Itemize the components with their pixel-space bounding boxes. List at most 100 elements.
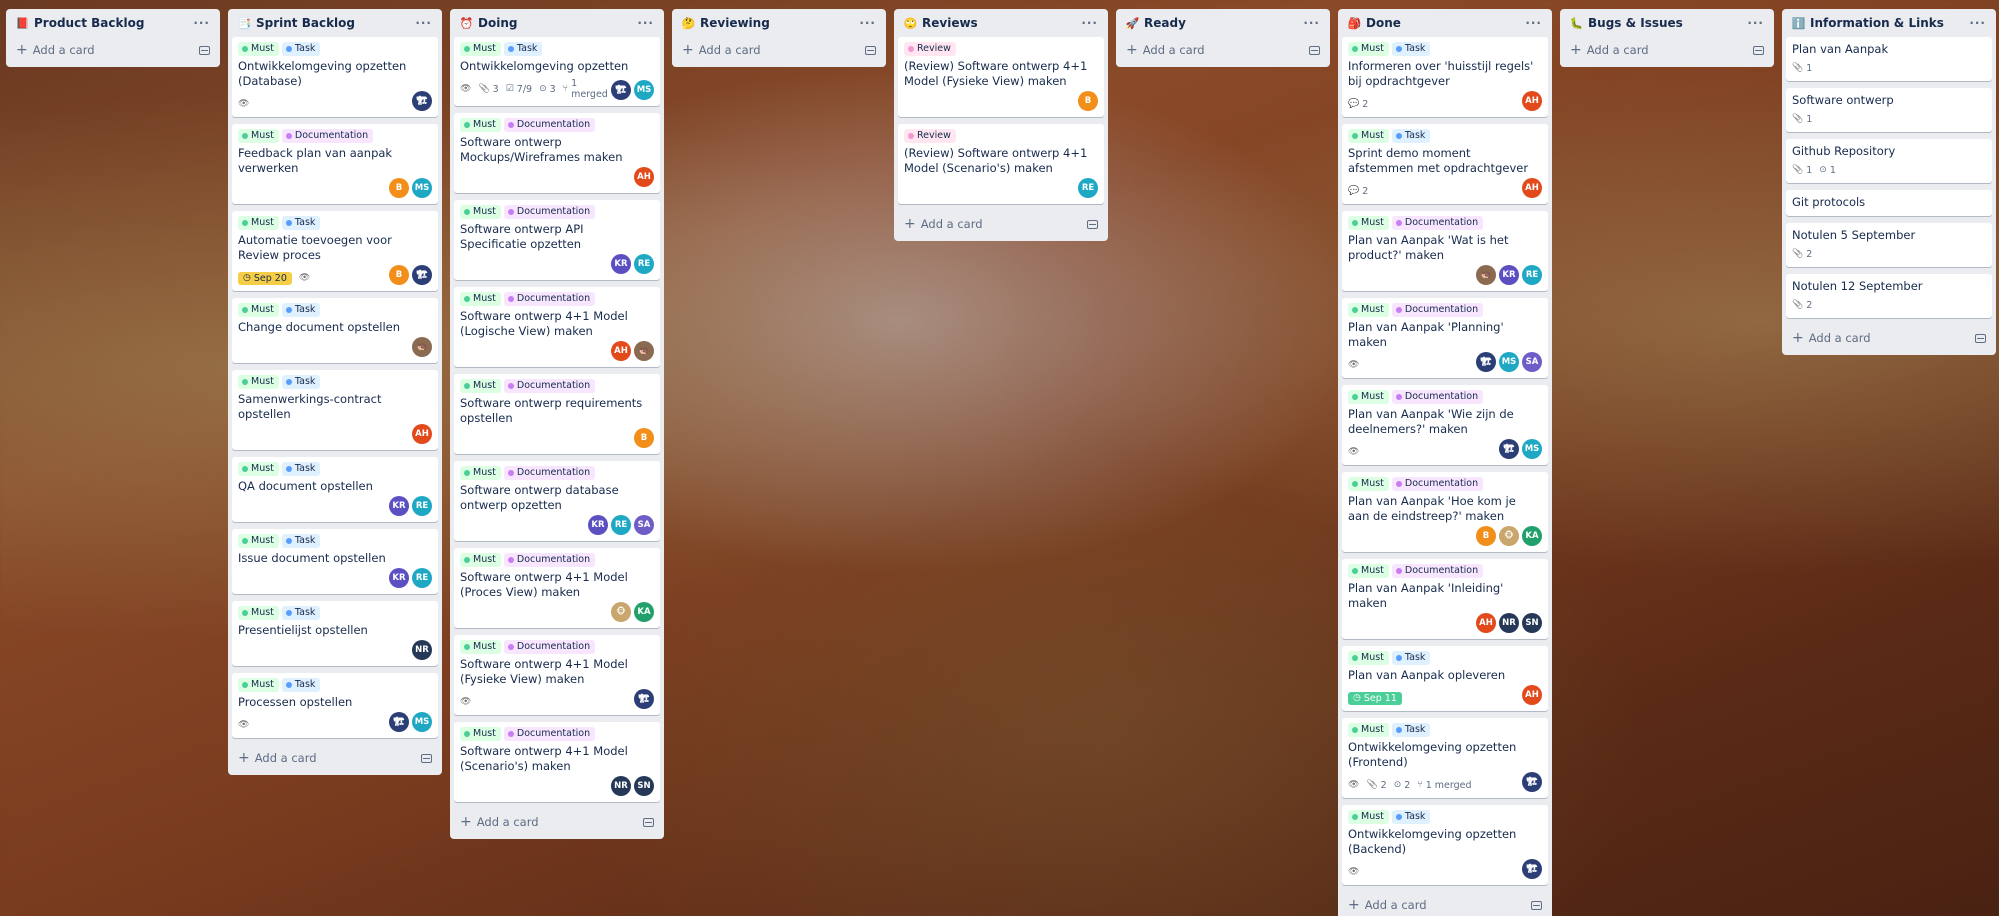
label-must[interactable]: Must bbox=[460, 466, 501, 480]
create-from-template-icon[interactable] bbox=[643, 817, 654, 827]
label-must[interactable]: Must bbox=[1348, 303, 1389, 317]
card[interactable]: Must Task Ontwikkelomgeving opzetten 👁 📎 3 ☑ 7/… bbox=[454, 37, 660, 106]
avatar[interactable]: RE bbox=[611, 515, 631, 535]
card[interactable]: Must Task Ontwikkelomgeving opzetten (Back… bbox=[1342, 805, 1548, 885]
list-title[interactable]: Sprint Backlog bbox=[256, 16, 415, 30]
due-date-badge[interactable]: ◷ Sep 20 bbox=[238, 271, 292, 285]
avatar[interactable]: RE bbox=[412, 568, 432, 588]
more-options-icon[interactable]: ··· bbox=[1303, 16, 1320, 30]
avatar[interactable]: KA bbox=[1522, 526, 1542, 546]
more-options-icon[interactable]: ··· bbox=[193, 16, 210, 30]
list-title[interactable]: Done bbox=[1366, 16, 1525, 30]
label-must[interactable]: Must bbox=[238, 42, 279, 56]
label-task[interactable]: Task bbox=[281, 303, 321, 317]
card[interactable]: Must Documentation Feedback plan van aanpa… bbox=[232, 124, 438, 204]
label-must[interactable]: Must bbox=[1348, 42, 1389, 56]
list-title[interactable]: Bugs & Issues bbox=[1588, 16, 1747, 30]
avatar[interactable]: NR bbox=[1499, 613, 1519, 633]
label-documentation[interactable]: Documentation bbox=[1391, 390, 1484, 404]
avatar[interactable]: MS bbox=[1522, 439, 1542, 459]
label-must[interactable]: Must bbox=[1348, 723, 1389, 737]
label-must[interactable]: Must bbox=[460, 42, 501, 56]
label-documentation[interactable]: Documentation bbox=[1391, 477, 1484, 491]
label-must[interactable]: Must bbox=[460, 640, 501, 654]
label-review[interactable]: Review bbox=[904, 129, 956, 143]
card[interactable]: Must Task Sprint demo moment afstemmen met… bbox=[1342, 124, 1548, 204]
label-review[interactable]: Review bbox=[904, 42, 956, 56]
card[interactable]: Must Documentation Plan van Aanpak 'Planni… bbox=[1342, 298, 1548, 378]
add-card-button[interactable]: + Add a card bbox=[1342, 892, 1548, 916]
label-must[interactable]: Must bbox=[238, 462, 279, 476]
card[interactable]: Must Task Ontwikkelomgeving opzetten (Fron… bbox=[1342, 718, 1548, 798]
avatar[interactable]: 🏗 bbox=[1476, 352, 1496, 372]
label-task[interactable]: Task bbox=[1391, 810, 1431, 824]
label-must[interactable]: Must bbox=[460, 553, 501, 567]
card[interactable]: Must Documentation Software ontwerp requir… bbox=[454, 374, 660, 454]
create-from-template-icon[interactable] bbox=[1753, 45, 1764, 55]
card[interactable]: Must Task Samenwerkings-contract opstellen… bbox=[232, 370, 438, 450]
avatar[interactable]: KR bbox=[389, 496, 409, 516]
avatar[interactable]: 🦔 bbox=[412, 337, 432, 357]
avatar[interactable]: 🐵 bbox=[1499, 526, 1519, 546]
label-documentation[interactable]: Documentation bbox=[1391, 216, 1484, 230]
label-documentation[interactable]: Documentation bbox=[503, 727, 596, 741]
list-header[interactable]: ℹ️ Information & Links ··· bbox=[1786, 9, 1992, 37]
label-task[interactable]: Task bbox=[281, 606, 321, 620]
label-must[interactable]: Must bbox=[460, 118, 501, 132]
create-from-template-icon[interactable] bbox=[1975, 333, 1986, 343]
avatar[interactable]: SN bbox=[634, 776, 654, 796]
avatar[interactable]: NR bbox=[412, 640, 432, 660]
avatar[interactable]: B bbox=[389, 178, 409, 198]
avatar[interactable]: B bbox=[1476, 526, 1496, 546]
label-documentation[interactable]: Documentation bbox=[503, 292, 596, 306]
avatar[interactable]: KR bbox=[588, 515, 608, 535]
list-title[interactable]: Doing bbox=[478, 16, 637, 30]
card[interactable]: Github Repository 📎 1 ⊙ 1 bbox=[1786, 139, 1992, 183]
card[interactable]: Must Documentation Software ontwerp 4+1 Mo… bbox=[454, 635, 660, 715]
avatar[interactable]: SN bbox=[1522, 613, 1542, 633]
card[interactable]: Notulen 12 September 📎 2 bbox=[1786, 274, 1992, 318]
label-documentation[interactable]: Documentation bbox=[1391, 303, 1484, 317]
avatar[interactable]: KR bbox=[389, 568, 409, 588]
avatar[interactable]: MS bbox=[634, 80, 654, 100]
list-title[interactable]: Information & Links bbox=[1810, 16, 1969, 30]
avatar[interactable]: 🦔 bbox=[634, 341, 654, 361]
label-must[interactable]: Must bbox=[238, 303, 279, 317]
add-card-button[interactable]: + Add a card bbox=[676, 37, 882, 63]
add-card-button[interactable]: + Add a card bbox=[232, 745, 438, 771]
card[interactable]: Must Documentation Software ontwerp databa… bbox=[454, 461, 660, 541]
avatar[interactable]: NR bbox=[611, 776, 631, 796]
list-header[interactable]: 🐛 Bugs & Issues ··· bbox=[1564, 9, 1770, 37]
card[interactable]: Software ontwerp 📎 1 bbox=[1786, 88, 1992, 132]
avatar[interactable]: RE bbox=[1078, 178, 1098, 198]
card[interactable]: Must Task Ontwikkelomgeving opzetten (Data… bbox=[232, 37, 438, 117]
avatar[interactable]: RE bbox=[634, 254, 654, 274]
card[interactable]: Must Task Informeren over 'huisstijl regel… bbox=[1342, 37, 1548, 117]
more-options-icon[interactable]: ··· bbox=[1081, 16, 1098, 30]
due-date-badge[interactable]: ◷ Sep 11 bbox=[1348, 691, 1402, 705]
create-from-template-icon[interactable] bbox=[865, 45, 876, 55]
label-documentation[interactable]: Documentation bbox=[503, 118, 596, 132]
label-task[interactable]: Task bbox=[281, 462, 321, 476]
label-must[interactable]: Must bbox=[460, 205, 501, 219]
card[interactable]: Must Task QA document opstellen KR RE bbox=[232, 457, 438, 522]
list-header[interactable]: 🤔 Reviewing ··· bbox=[676, 9, 882, 37]
label-must[interactable]: Must bbox=[1348, 564, 1389, 578]
card[interactable]: Plan van Aanpak 📎 1 bbox=[1786, 37, 1992, 81]
avatar[interactable]: MS bbox=[412, 178, 432, 198]
avatar[interactable]: MS bbox=[1499, 352, 1519, 372]
label-must[interactable]: Must bbox=[238, 606, 279, 620]
label-task[interactable]: Task bbox=[281, 678, 321, 692]
card[interactable]: Must Task Issue document opstellen KR RE bbox=[232, 529, 438, 594]
avatar[interactable]: AH bbox=[1522, 685, 1542, 705]
label-must[interactable]: Must bbox=[238, 216, 279, 230]
add-card-button[interactable]: + Add a card bbox=[454, 809, 660, 835]
label-must[interactable]: Must bbox=[238, 678, 279, 692]
more-options-icon[interactable]: ··· bbox=[859, 16, 876, 30]
label-task[interactable]: Task bbox=[1391, 42, 1431, 56]
card[interactable]: Must Documentation Software ontwerp API Sp… bbox=[454, 200, 660, 280]
avatar[interactable]: RE bbox=[412, 496, 432, 516]
card[interactable]: Must Documentation Software ontwerp 4+1 Mo… bbox=[454, 548, 660, 628]
card[interactable]: Must Documentation Software ontwerp 4+1 Mo… bbox=[454, 722, 660, 802]
label-task[interactable]: Task bbox=[1391, 129, 1431, 143]
